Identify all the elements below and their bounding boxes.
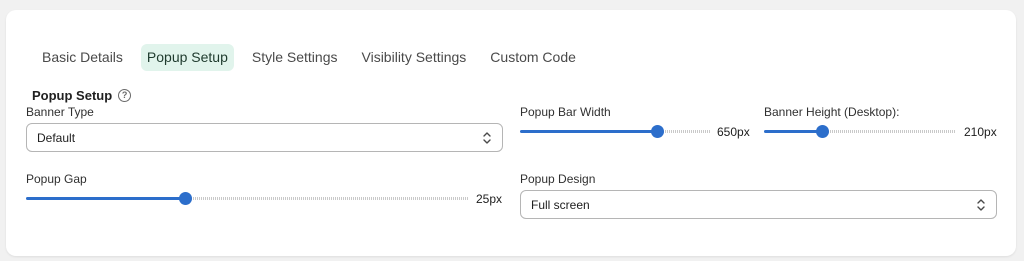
tab-basic-details[interactable]: Basic Details — [36, 44, 129, 71]
slider-fill — [520, 130, 657, 133]
select-chevron-icon — [977, 199, 985, 211]
slider-thumb[interactable] — [179, 192, 192, 205]
tab-bar: Basic Details Popup Setup Style Settings… — [36, 44, 594, 71]
slider-thumb[interactable] — [816, 125, 829, 138]
banner-type-label: Banner Type — [26, 105, 94, 119]
settings-card: Basic Details Popup Setup Style Settings… — [6, 10, 1016, 256]
slider-thumb[interactable] — [651, 125, 664, 138]
popup-design-value: Full screen — [531, 197, 590, 212]
popup-bar-width-slider[interactable] — [520, 124, 710, 138]
popup-design-select[interactable]: Full screen — [520, 190, 997, 219]
popup-gap-slider[interactable] — [26, 191, 469, 205]
slider-track — [657, 130, 710, 133]
banner-height-slider[interactable] — [764, 124, 956, 138]
slider-fill — [26, 197, 185, 200]
popup-bar-width-value: 650px — [717, 125, 750, 139]
tab-style-settings[interactable]: Style Settings — [246, 44, 344, 71]
popup-design-label: Popup Design — [520, 172, 596, 186]
question-circle-icon[interactable]: ? — [118, 89, 132, 102]
banner-type-select[interactable]: Default — [26, 123, 503, 152]
slider-track — [185, 197, 469, 200]
select-chevron-icon — [483, 132, 491, 144]
tab-popup-setup[interactable]: Popup Setup — [140, 44, 234, 71]
banner-type-value: Default — [37, 130, 76, 145]
section-title-text: Popup Setup — [32, 88, 113, 103]
banner-height-label: Banner Height (Desktop): — [764, 105, 900, 119]
tab-visibility-settings[interactable]: Visibility Settings — [356, 44, 473, 71]
tab-custom-code[interactable]: Custom Code — [484, 44, 582, 71]
section-title: Popup Setup ? — [32, 88, 132, 103]
popup-gap-value: 25px — [476, 192, 503, 206]
slider-track — [822, 130, 956, 133]
slider-fill — [764, 130, 822, 133]
popup-bar-width-label: Popup Bar Width — [520, 105, 611, 119]
popup-gap-label: Popup Gap — [26, 172, 87, 186]
banner-height-value: 210px — [964, 125, 997, 139]
